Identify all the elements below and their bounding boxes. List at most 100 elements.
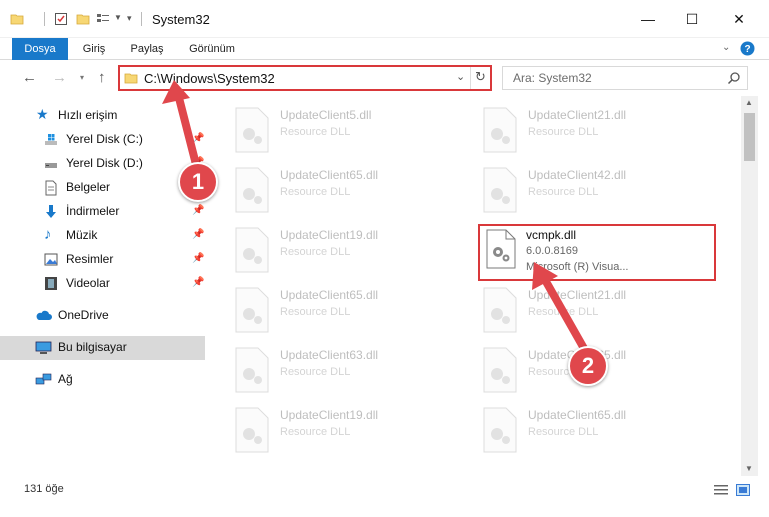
nav-label: Resimler bbox=[66, 252, 114, 266]
file-item[interactable]: UpdateClient21.dll Resource DLL bbox=[476, 102, 716, 162]
divider bbox=[141, 12, 142, 26]
nav-onedrive[interactable]: OneDrive bbox=[0, 304, 205, 328]
star-icon: ★ bbox=[36, 106, 49, 122]
film-icon bbox=[45, 277, 57, 290]
file-name: UpdateClient21.dll bbox=[528, 108, 627, 122]
nav-label: Hızlı erişim bbox=[58, 108, 118, 122]
nav-item-music[interactable]: ♪ Müzik 📌 bbox=[0, 224, 205, 248]
title-bar: ▼ ▾ System32 — ☐ ✕ bbox=[0, 0, 769, 38]
dll-file-icon bbox=[235, 407, 269, 453]
network-icon bbox=[35, 373, 52, 385]
divider bbox=[470, 67, 471, 89]
file-item[interactable]: UpdateClient65.dll Resource DLL bbox=[476, 402, 716, 462]
dll-file-icon bbox=[235, 347, 269, 393]
file-type: Resource DLL bbox=[280, 366, 351, 378]
nav-item-pictures[interactable]: Resimler 📌 bbox=[0, 248, 205, 272]
svg-text:?: ? bbox=[744, 44, 750, 55]
file-name: UpdateClient65.dll bbox=[528, 408, 627, 422]
pin-icon[interactable]: 📌 bbox=[192, 253, 204, 264]
cloud-icon bbox=[36, 310, 52, 320]
file-item[interactable]: UpdateClient65.dll Resource DLL bbox=[228, 282, 468, 342]
nav-label: OneDrive bbox=[58, 308, 109, 322]
file-type: Resource DLL bbox=[280, 306, 351, 318]
file-item[interactable]: UpdateClient42.dll Resource DLL bbox=[476, 162, 716, 222]
scroll-thumb[interactable] bbox=[744, 113, 755, 161]
pin-icon[interactable]: 📌 bbox=[192, 229, 204, 240]
dll-file-icon bbox=[235, 227, 269, 273]
dll-file-icon bbox=[483, 107, 517, 153]
nav-label: İndirmeler bbox=[66, 204, 120, 218]
search-placeholder: Ara: System32 bbox=[513, 71, 592, 85]
properties-icon[interactable] bbox=[54, 12, 68, 26]
pin-icon[interactable]: 📌 bbox=[192, 277, 204, 288]
tab-share[interactable]: Paylaş bbox=[124, 38, 170, 60]
search-input[interactable]: Ara: System32 bbox=[502, 66, 748, 90]
file-name: UpdateClient19.dll bbox=[280, 408, 379, 422]
dropdown-chevron-icon[interactable]: ▼ bbox=[114, 13, 122, 22]
file-type: Resource DLL bbox=[280, 186, 351, 198]
file-name: UpdateClient65.dll bbox=[280, 168, 379, 182]
file-item[interactable]: UpdateClient19.dll Resource DLL bbox=[228, 222, 468, 282]
nav-this-pc[interactable]: Bu bilgisayar bbox=[0, 336, 205, 360]
back-arrow-icon[interactable]: ← bbox=[22, 69, 37, 86]
file-type: Resource DLL bbox=[528, 426, 599, 438]
drive-icon bbox=[45, 163, 57, 168]
computer-icon bbox=[35, 341, 52, 354]
nav-label: Yerel Disk (C:) bbox=[66, 132, 143, 146]
address-dropdown-icon[interactable]: ⌄ bbox=[456, 70, 465, 83]
up-arrow-icon[interactable]: ↑ bbox=[98, 69, 106, 86]
file-name: UpdateClient63.dll bbox=[280, 348, 379, 362]
tab-view[interactable]: Görünüm bbox=[182, 38, 242, 60]
status-bar: 131 öğe bbox=[0, 476, 769, 517]
details-view-icon[interactable] bbox=[714, 484, 728, 496]
close-button[interactable]: ✕ bbox=[716, 0, 762, 38]
recent-locations-icon[interactable]: ▾ bbox=[80, 73, 84, 82]
folder-icon bbox=[124, 73, 138, 84]
file-name: UpdateClient5.dll bbox=[280, 108, 372, 122]
download-arrow-icon bbox=[46, 205, 56, 218]
tab-home[interactable]: Giriş bbox=[74, 38, 114, 60]
pin-icon[interactable]: 📌 bbox=[192, 205, 204, 216]
music-note-icon: ♪ bbox=[44, 226, 52, 243]
forward-arrow-icon[interactable]: → bbox=[52, 69, 67, 86]
pictures-icon bbox=[44, 253, 58, 266]
file-type: Resource DLL bbox=[528, 186, 599, 198]
item-count: 131 öğe bbox=[24, 483, 64, 495]
dll-file-icon bbox=[235, 107, 269, 153]
large-icons-view-icon[interactable] bbox=[736, 484, 750, 496]
scroll-up-icon[interactable]: ▲ bbox=[745, 98, 753, 107]
dll-file-icon bbox=[235, 287, 269, 333]
nav-label: Videolar bbox=[66, 276, 110, 290]
window-title: System32 bbox=[152, 12, 210, 27]
file-item[interactable]: UpdateClient65.dll Resource DLL bbox=[228, 162, 468, 222]
nav-label: Belgeler bbox=[66, 180, 111, 194]
help-icon[interactable]: ? bbox=[740, 41, 755, 56]
scroll-down-icon[interactable]: ▼ bbox=[745, 464, 753, 473]
expand-ribbon-icon[interactable]: ⌄ bbox=[722, 42, 730, 53]
nav-label: Bu bilgisayar bbox=[58, 340, 127, 354]
search-icon[interactable] bbox=[727, 71, 741, 85]
customize-toolbar-icon[interactable]: ▾ bbox=[127, 13, 132, 24]
new-folder-icon[interactable] bbox=[76, 12, 90, 26]
view-details-icon[interactable] bbox=[96, 12, 110, 26]
file-name: UpdateClient65.dll bbox=[280, 288, 379, 302]
file-item[interactable]: UpdateClient5.dll Resource DLL bbox=[228, 102, 468, 162]
nav-item-downloads[interactable]: İndirmeler 📌 bbox=[0, 200, 205, 224]
refresh-icon[interactable]: ↻ bbox=[475, 69, 486, 85]
dll-file-icon bbox=[483, 287, 517, 333]
nav-label: Ağ bbox=[58, 372, 73, 386]
file-type: Resource DLL bbox=[280, 246, 351, 258]
dll-file-icon bbox=[235, 167, 269, 213]
minimize-button[interactable]: — bbox=[625, 0, 671, 38]
maximize-button[interactable]: ☐ bbox=[669, 0, 715, 38]
nav-item-videos[interactable]: Videolar 📌 bbox=[0, 272, 205, 296]
file-name: UpdateClient19.dll bbox=[280, 228, 379, 242]
file-type: Resource DLL bbox=[280, 126, 351, 138]
dll-file-icon bbox=[483, 407, 517, 453]
file-item[interactable]: UpdateClient63.dll Resource DLL bbox=[228, 342, 468, 402]
file-list: UpdateClient5.dll Resource DLL UpdateCli… bbox=[214, 96, 741, 476]
nav-network[interactable]: Ağ bbox=[0, 368, 205, 392]
dll-file-icon bbox=[483, 167, 517, 213]
divider bbox=[44, 12, 45, 26]
file-item[interactable]: UpdateClient19.dll Resource DLL bbox=[228, 402, 468, 462]
